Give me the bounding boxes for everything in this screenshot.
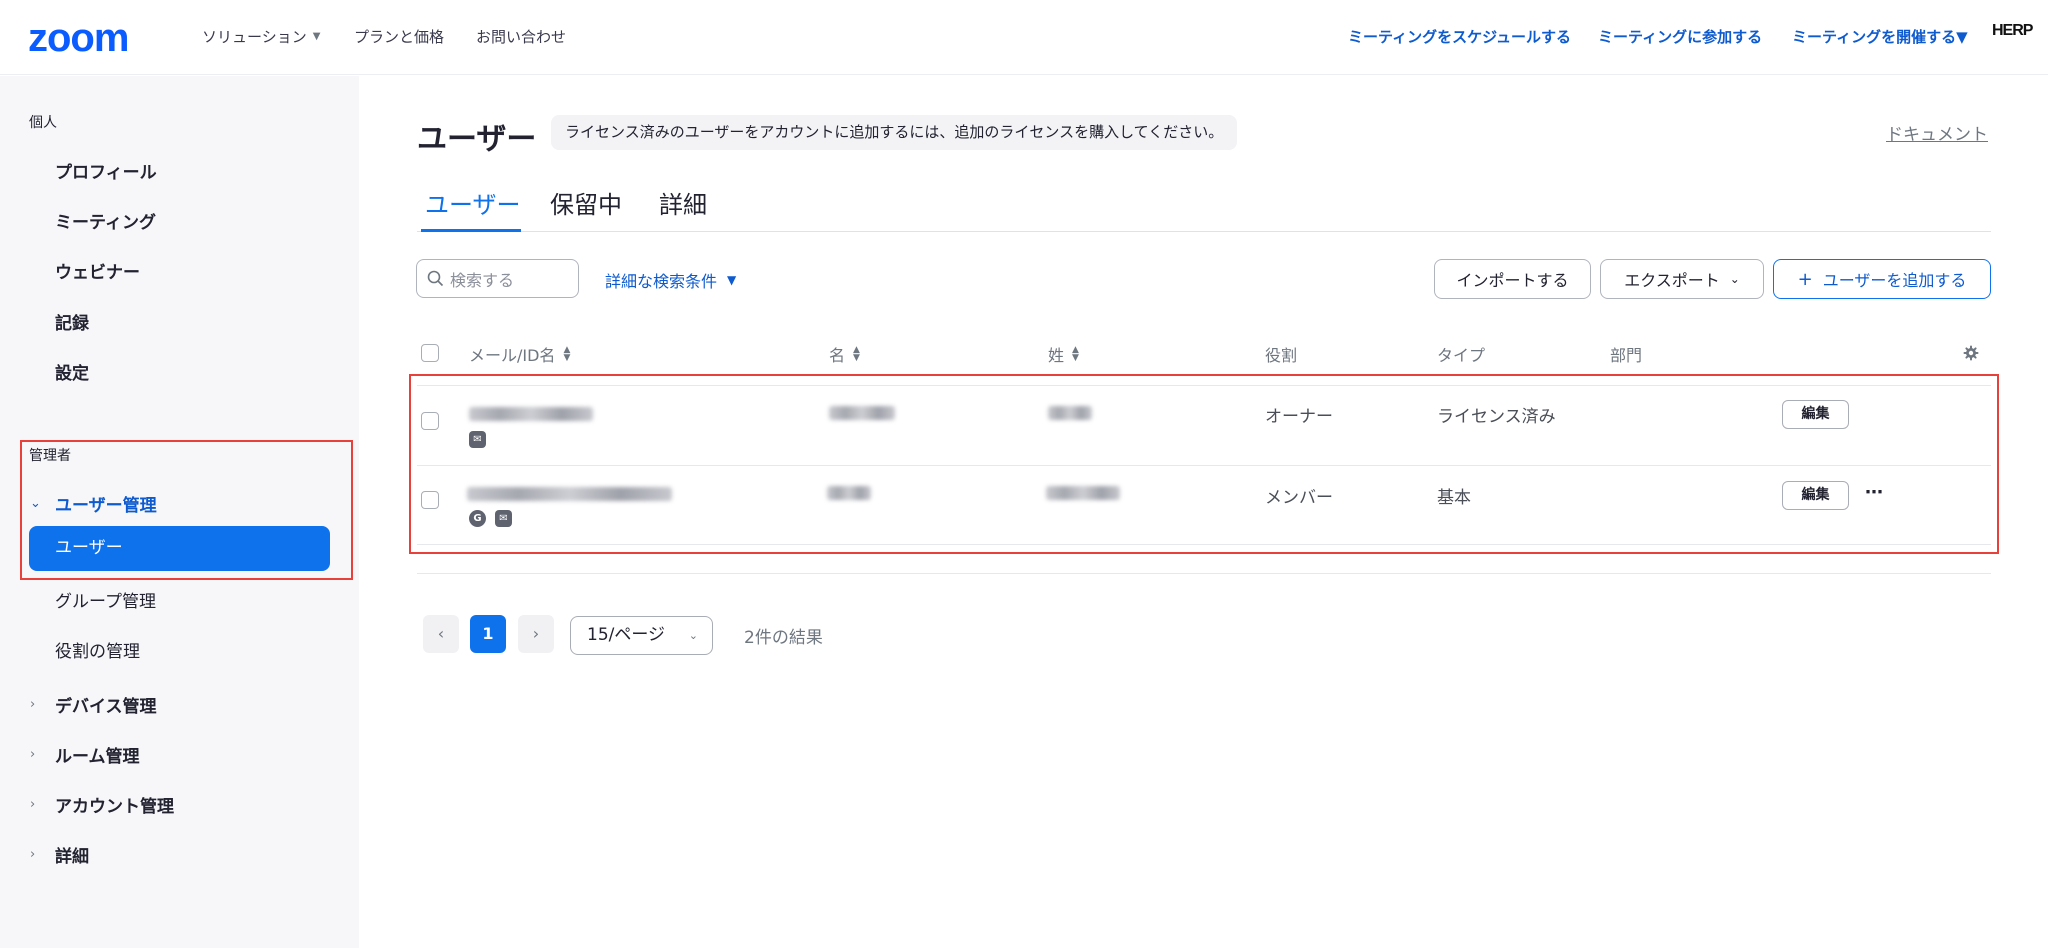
column-header-department: 部門 [1610,342,1642,366]
nav-plans-pricing-label: プランと価格 [354,28,445,46]
sidebar-group-advanced-label: 詳細 [55,847,89,867]
table-bottom-border [417,573,1991,574]
per-page-select[interactable]: 15/ページ ⌄ [570,616,713,655]
column-header-email-label: メール/ID名 [469,346,556,365]
nav-contact[interactable]: お問い合わせ [476,26,566,47]
prev-page-button[interactable]: ‹ [423,615,459,653]
chevron-right-icon: › [30,847,36,862]
table-highlight-box [409,374,1999,554]
advanced-search-label: 詳細な検索条件 [605,272,718,291]
chevron-right-icon: › [532,624,540,643]
host-meeting-label: ミーティングを開催する [1792,28,1957,46]
sidebar-group-room-management[interactable]: › ルーム管理 [30,742,140,767]
export-button-label: エクスポート [1624,271,1720,290]
sidebar-highlight-box [20,440,353,580]
sidebar-group-advanced[interactable]: › 詳細 [30,842,89,867]
account-logo[interactable]: HERP [1992,22,2033,40]
tab-bar: ユーザー 保留中 詳細 [417,180,1991,232]
column-header-type-label: タイプ [1437,346,1486,365]
tab-advanced-label: 詳細 [659,191,707,219]
sidebar-group-device-label: デバイス管理 [55,697,157,717]
gear-icon[interactable] [1963,345,1979,361]
search-input[interactable]: 検索する [416,259,579,298]
schedule-meeting-label: ミーティングをスケジュールする [1348,28,1572,46]
chevron-left-icon: ‹ [437,624,445,643]
sidebar-section-personal: 個人 [29,115,57,131]
import-button-label: インポートする [1456,271,1569,290]
tab-users-label: ユーザー [425,191,521,219]
column-header-role: 役割 [1265,342,1297,366]
advanced-search-toggle[interactable]: 詳細な検索条件 ▼ [605,268,736,292]
plus-icon: + [1797,268,1813,290]
column-header-last-name[interactable]: 姓 ▲ ▼ [1048,342,1079,366]
sidebar-item-webinars[interactable]: ウェビナー [55,258,140,283]
nav-solutions[interactable]: ソリューション ▼ [202,26,320,47]
sidebar-group-account-management[interactable]: › アカウント管理 [30,792,174,817]
column-header-type: タイプ [1437,342,1485,366]
page-title: ユーザー [417,122,537,157]
tab-users[interactable]: ユーザー [421,180,521,232]
host-meeting-menu[interactable]: ミーティングを開催する ▼ [1792,26,1968,47]
add-user-button[interactable]: + ユーザーを追加する [1773,259,1991,299]
caret-down-icon: ▼ [1956,27,1968,46]
column-header-email[interactable]: メール/ID名 ▲ ▼ [469,342,570,366]
page-number-current[interactable]: 1 [470,615,506,653]
sidebar-group-account-label: アカウント管理 [55,797,174,817]
chevron-down-icon: ⌄ [688,629,698,642]
sidebar-item-recordings[interactable]: 記録 [55,309,89,334]
join-meeting-link[interactable]: ミーティングに参加する [1598,26,1762,47]
column-header-first-name[interactable]: 名 ▲ ▼ [829,342,860,366]
search-placeholder: 検索する [450,270,515,290]
column-header-first-name-label: 名 [829,346,846,365]
sidebar-group-device-management[interactable]: › デバイス管理 [30,692,157,717]
export-button[interactable]: エクスポート ⌄ [1600,259,1764,299]
import-button[interactable]: インポートする [1434,259,1591,299]
sidebar-group-room-label: ルーム管理 [55,747,140,767]
sort-icon: ▲ ▼ [1072,345,1079,363]
column-header-role-label: 役割 [1265,346,1298,365]
tab-pending-label: 保留中 [550,191,622,219]
result-count: 2件の結果 [744,628,823,648]
sort-icon: ▲ ▼ [563,345,571,363]
nav-plans-pricing[interactable]: プランと価格 [354,26,444,47]
sidebar-item-role-management[interactable]: 役割の管理 [55,637,140,662]
chevron-right-icon: › [30,697,36,712]
next-page-button[interactable]: › [518,615,554,653]
top-navigation-bar: zoom ソリューション ▼ プランと価格 お問い合わせ ミーティングをスケジュ… [0,0,2048,75]
nav-contact-label: お問い合わせ [476,28,567,46]
add-user-button-label: ユーザーを追加する [1822,271,1967,290]
search-icon [427,270,444,287]
column-header-last-name-label: 姓 [1048,346,1065,365]
license-notice: ライセンス済みのユーザーをアカウントに追加するには、追加のライセンスを購入してく… [551,115,1238,150]
sidebar-item-profile[interactable]: プロフィール [55,158,157,183]
schedule-meeting-link[interactable]: ミーティングをスケジュールする [1348,26,1571,47]
chevron-down-icon: ▼ [727,273,737,287]
join-meeting-label: ミーティングに参加する [1598,28,1763,46]
per-page-value: 15/ページ [587,625,666,645]
chevron-down-icon: ⌄ [1729,272,1740,286]
chevron-right-icon: › [30,797,36,812]
sidebar-item-meetings[interactable]: ミーティング [55,208,156,233]
sort-icon: ▲ ▼ [853,345,860,363]
sidebar-item-settings[interactable]: 設定 [55,359,89,384]
caret-down-icon: ▼ [312,31,321,42]
zoom-logo[interactable]: zoom [28,16,129,61]
nav-solutions-label: ソリューション [202,28,307,46]
documentation-link[interactable]: ドキュメント [1886,120,1988,145]
chevron-right-icon: › [30,747,36,762]
sidebar-item-group-management[interactable]: グループ管理 [55,587,156,612]
column-header-department-label: 部門 [1610,346,1643,365]
select-all-checkbox[interactable] [421,344,439,362]
